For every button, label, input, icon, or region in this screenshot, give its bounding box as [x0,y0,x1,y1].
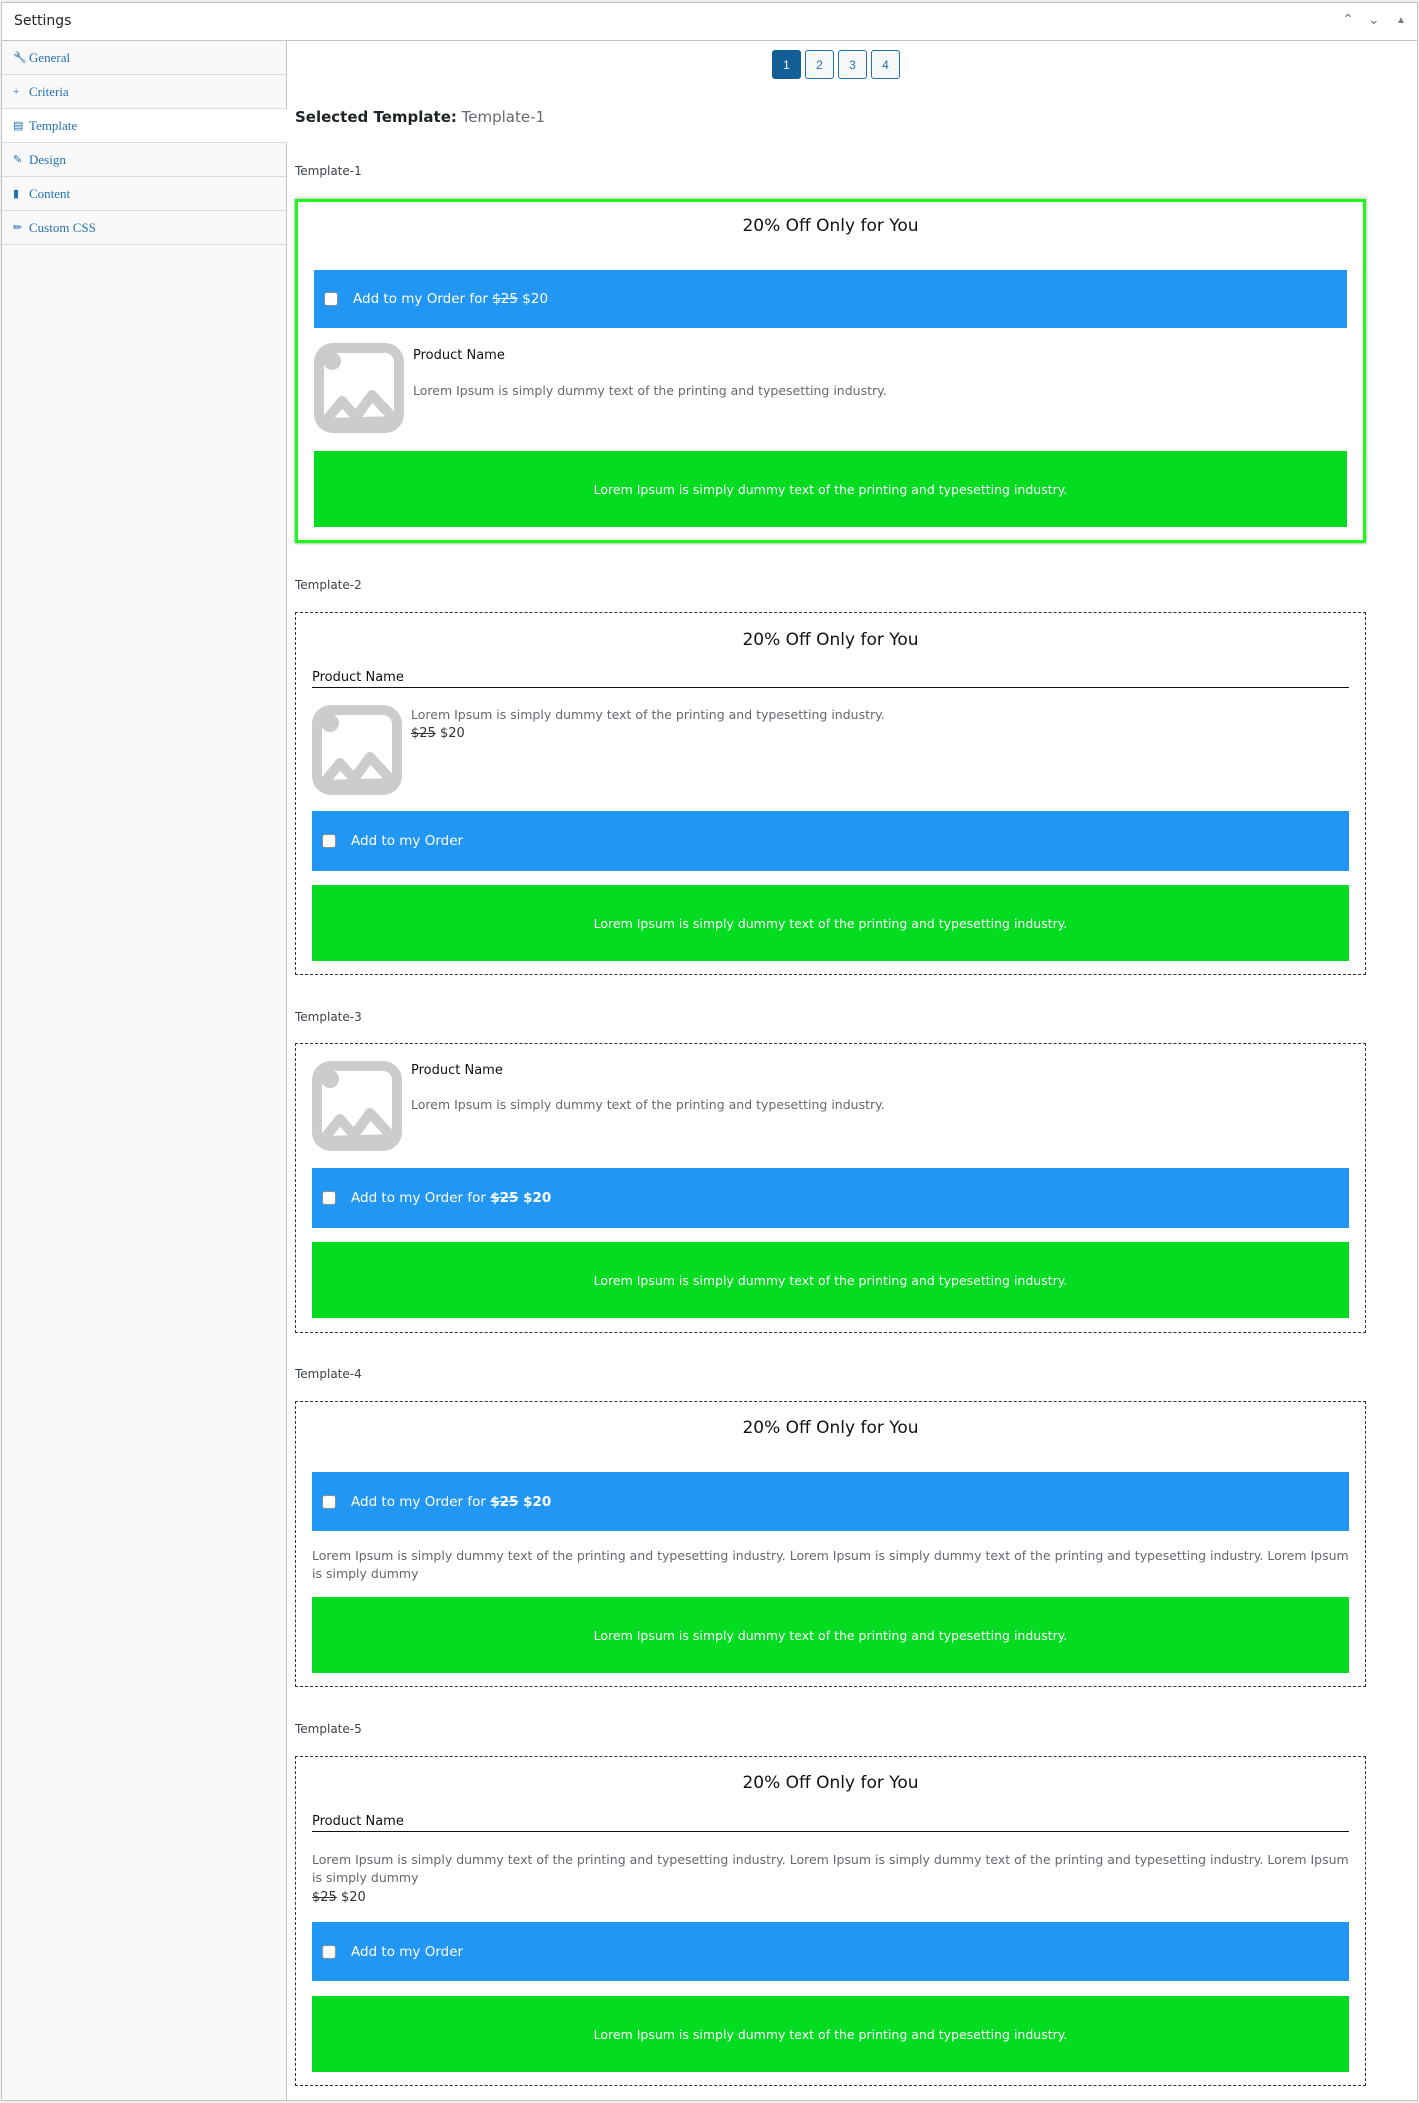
product-description: Lorem Ipsum is simply dummy text of the … [312,1548,1349,1581]
sidebar-item-label: Custom CSS [29,219,96,235]
sidebar: 🔧 General + Criteria ▤ Template ✎ Design ▮ Co… [2,41,287,2100]
price: $25 $20 [411,726,1349,741]
product-name: Product Name [312,1814,1349,1832]
offer-title: 20% Off Only for You [742,630,919,650]
new-price: $20 [522,291,549,307]
add-to-order-bar[interactable]: Add to my Order [312,811,1349,871]
pencil-icon: ✏ [13,222,23,234]
move-down-icon[interactable]: ⌄ [1368,11,1380,28]
old-price: $25 [490,1493,519,1510]
sidebar-item-label: Design [29,151,66,167]
product-description: Lorem Ipsum is simply dummy text of the … [411,707,885,722]
sidebar-item-custom-css[interactable]: ✏ Custom CSS [2,211,286,245]
new-price: $20 [340,1890,366,1905]
sidebar-item-design[interactable]: ✎ Design [2,143,286,177]
add-label: Add to my Order [351,1943,464,1960]
new-price: $20 [439,726,465,741]
sidebar-item-label: General [29,49,71,65]
template-label: Template-5 [295,1722,362,1736]
add-to-order-bar[interactable]: Add to my Order for $25 $20 [312,1168,1349,1228]
offer-title: 20% Off Only for You [742,1418,919,1438]
add-checkbox[interactable] [322,1494,336,1509]
pagination: 1 2 3 4 [772,50,900,79]
product-name: Product Name [312,670,1349,688]
price: $25 $20 [312,1890,1349,1905]
add-checkbox[interactable] [322,1944,336,1959]
page-3-button[interactable]: 3 [838,50,867,79]
add-to-order-bar[interactable]: Add to my Order for $25 $20 [312,1472,1349,1531]
add-checkbox[interactable] [324,292,338,306]
template-2-card[interactable]: 20% Off Only for You Product Name Lorem … [295,612,1366,975]
product-description: Lorem Ipsum is simply dummy text of the … [312,1852,1349,1885]
new-price: $20 [523,1493,552,1510]
green-banner: Lorem Ipsum is simply dummy text of the … [314,451,1347,527]
template-1-card[interactable]: 20% Off Only for You Add to my Order for… [295,199,1366,543]
add-label: Add to my Order [351,833,464,849]
template-label: Template-3 [295,1010,362,1024]
page-1-button[interactable]: 1 [772,50,801,79]
old-price: $25 [492,291,518,307]
template-label: Template-1 [295,164,362,178]
image-placeholder-icon [312,1061,402,1151]
template-3-card[interactable]: Product Name Lorem Ipsum is simply dummy… [295,1043,1366,1333]
image-placeholder-icon [314,343,404,433]
wrench-icon: 🔧 [13,52,27,64]
product-name: Product Name [413,348,505,363]
old-price: $25 [312,1890,337,1905]
offer-title: 20% Off Only for You [742,216,919,236]
sidebar-item-label: Template [29,117,78,133]
offer-title: 20% Off Only for You [742,1773,919,1793]
template-label: Template-4 [295,1367,362,1381]
move-up-icon[interactable]: ⌃ [1342,11,1354,28]
new-price: $20 [523,1190,552,1206]
green-banner: Lorem Ipsum is simply dummy text of the … [312,885,1349,961]
green-banner: Lorem Ipsum is simply dummy text of the … [312,1242,1349,1318]
panel-header: Settings ⌃ ⌄ ▲ [2,3,1417,41]
product-description: Lorem Ipsum is simply dummy text of the … [411,1097,885,1112]
table-icon: ▤ [13,120,24,132]
add-label: Add to my Order for [353,291,488,307]
template-5-card[interactable]: 20% Off Only for You Product Name Lorem … [295,1756,1366,2086]
product-description: Lorem Ipsum is simply dummy text of the … [413,383,887,398]
panel-title: Settings [14,13,72,29]
product-name: Product Name [411,1063,503,1078]
page-2-button[interactable]: 2 [805,50,834,79]
sidebar-item-template[interactable]: ▤ Template [2,109,287,143]
add-label: Add to my Order for [351,1493,486,1510]
selected-value: Template-1 [461,108,546,126]
sidebar-item-criteria[interactable]: + Criteria [2,75,286,109]
add-to-order-bar[interactable]: Add to my Order for $25 $20 [314,270,1347,328]
old-price: $25 [411,726,436,741]
template-4-card[interactable]: 20% Off Only for You Add to my Order for… [295,1401,1366,1687]
template-label: Template-2 [295,578,362,592]
add-label: Add to my Order for [351,1190,486,1206]
sidebar-item-general[interactable]: 🔧 General [2,41,286,75]
add-to-order-bar[interactable]: Add to my Order [312,1922,1349,1981]
collapse-icon[interactable]: ▲ [1396,15,1406,26]
sidebar-item-content[interactable]: ▮ Content [2,177,286,211]
green-banner: Lorem Ipsum is simply dummy text of the … [312,1996,1349,2072]
image-placeholder-icon [312,705,402,795]
add-checkbox[interactable] [322,834,336,848]
page-4-button[interactable]: 4 [871,50,900,79]
sidebar-item-label: Content [29,185,71,201]
old-price: $25 [490,1190,519,1206]
sidebar-item-label: Criteria [29,83,69,99]
plus-icon: + [13,85,20,98]
green-banner: Lorem Ipsum is simply dummy text of the … [312,1597,1349,1673]
brush-icon: ✎ [13,154,23,166]
selected-template: Selected Template: Template-1 [295,108,545,126]
selected-label: Selected Template: [295,108,457,126]
document-icon: ▮ [13,188,20,200]
add-checkbox[interactable] [322,1191,336,1205]
